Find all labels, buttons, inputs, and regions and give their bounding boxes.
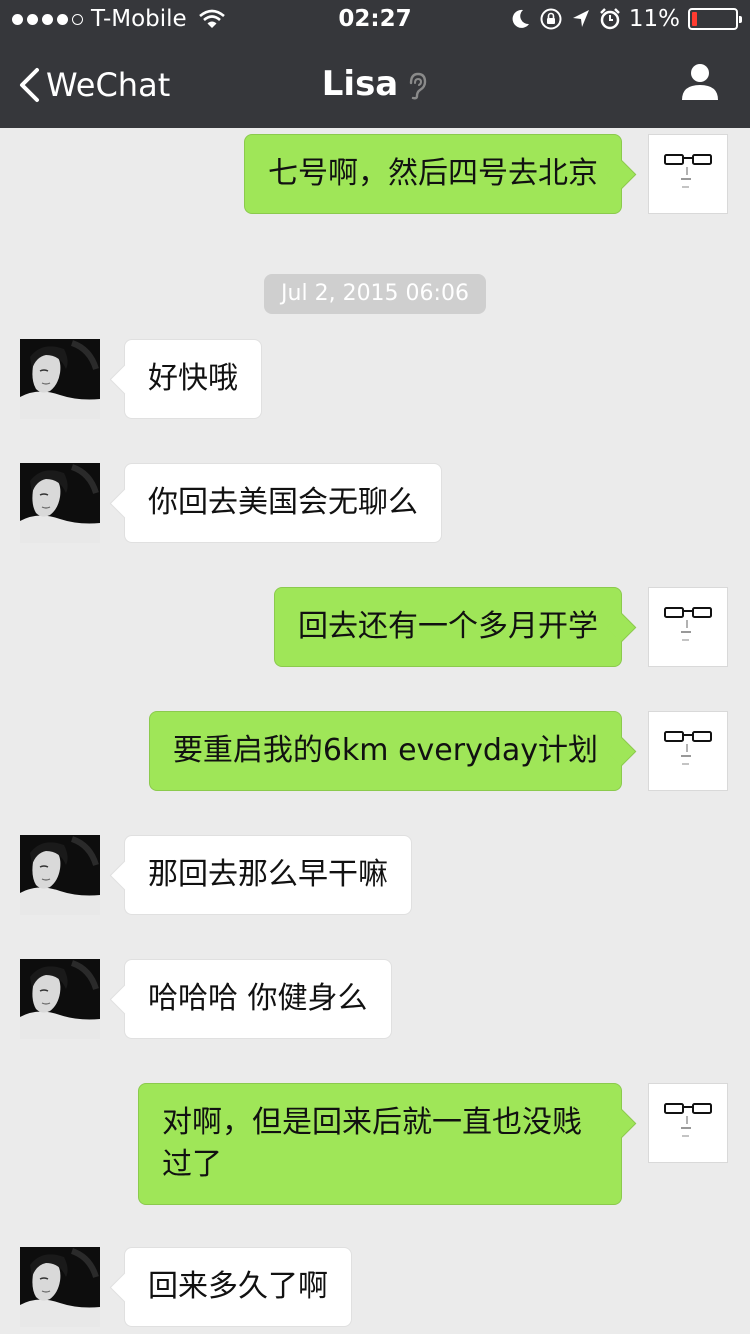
ear-icon [410, 72, 427, 100]
avatar-image [20, 1247, 100, 1327]
message-bubble-outgoing[interactable]: 回去还有一个多月开学 [274, 587, 622, 667]
top-bar: T-Mobile 02:27 11% WeChat Lisa [0, 0, 750, 128]
alarm-icon [600, 8, 620, 30]
lisa-avatar[interactable] [20, 1247, 100, 1327]
avatar-image [649, 588, 728, 667]
message-bubble-outgoing[interactable]: 七号啊，然后四号去北京 [244, 134, 622, 214]
my-avatar[interactable] [648, 1083, 728, 1163]
chat-area[interactable]: 七号啊，然后四号去北京 Jul 2, 2015 06:06 好快哦 你回去美国会… [0, 128, 750, 1334]
message-text: 要重启我的6km everyday计划 [172, 733, 598, 768]
avatar-image [649, 135, 728, 214]
avatar-image [20, 959, 100, 1039]
message-bubble-incoming[interactable]: 那回去那么早干嘛 [124, 835, 412, 915]
battery-level [692, 12, 697, 26]
location-arrow-icon [572, 10, 589, 27]
message-text: 好快哦 [148, 361, 238, 396]
message-text: 哈哈哈 你健身么 [148, 981, 368, 1016]
chat-title-area: Lisa [0, 64, 750, 104]
profile-icon[interactable] [680, 62, 720, 102]
message-text: 对啊，但是回来后就一直也没贱过了 [162, 1105, 582, 1182]
my-avatar[interactable] [648, 587, 728, 667]
navigation-bar: WeChat Lisa [0, 40, 750, 128]
battery-icon [688, 8, 742, 30]
message-text: 回来多久了啊 [148, 1269, 328, 1304]
message-text: 回去还有一个多月开学 [298, 609, 598, 644]
chat-title: Lisa [321, 64, 399, 104]
avatar-image [20, 463, 100, 543]
status-right: 11% [511, 6, 742, 32]
message-bubble-outgoing[interactable]: 要重启我的6km everyday计划 [148, 711, 622, 791]
message-bubble-incoming[interactable]: 好快哦 [124, 339, 262, 419]
message-text: 你回去美国会无聊么 [148, 485, 418, 520]
timestamp-label: Jul 2, 2015 06:06 [264, 274, 486, 314]
avatar-image [649, 712, 728, 791]
lisa-avatar[interactable] [20, 835, 100, 915]
message-text: 七号啊，然后四号去北京 [268, 156, 598, 191]
lisa-avatar[interactable] [20, 463, 100, 543]
lisa-avatar[interactable] [20, 959, 100, 1039]
my-avatar[interactable] [648, 711, 728, 791]
message-bubble-incoming[interactable]: 你回去美国会无聊么 [124, 463, 442, 543]
avatar-image [20, 339, 100, 419]
message-bubble-incoming[interactable]: 哈哈哈 你健身么 [124, 959, 392, 1039]
avatar-image [20, 835, 100, 915]
rotation-lock-icon [540, 8, 562, 30]
my-avatar[interactable] [648, 134, 728, 214]
message-bubble-outgoing[interactable]: 对啊，但是回来后就一直也没贱过了 [138, 1083, 622, 1205]
moon-icon [512, 9, 529, 28]
status-bar: T-Mobile 02:27 11% [0, 0, 750, 40]
battery-percentage: 11% [628, 6, 680, 32]
message-bubble-incoming[interactable]: 回来多久了啊 [124, 1247, 352, 1327]
lisa-avatar[interactable] [20, 339, 100, 419]
message-text: 那回去那么早干嘛 [148, 857, 388, 892]
avatar-image [649, 1084, 728, 1163]
